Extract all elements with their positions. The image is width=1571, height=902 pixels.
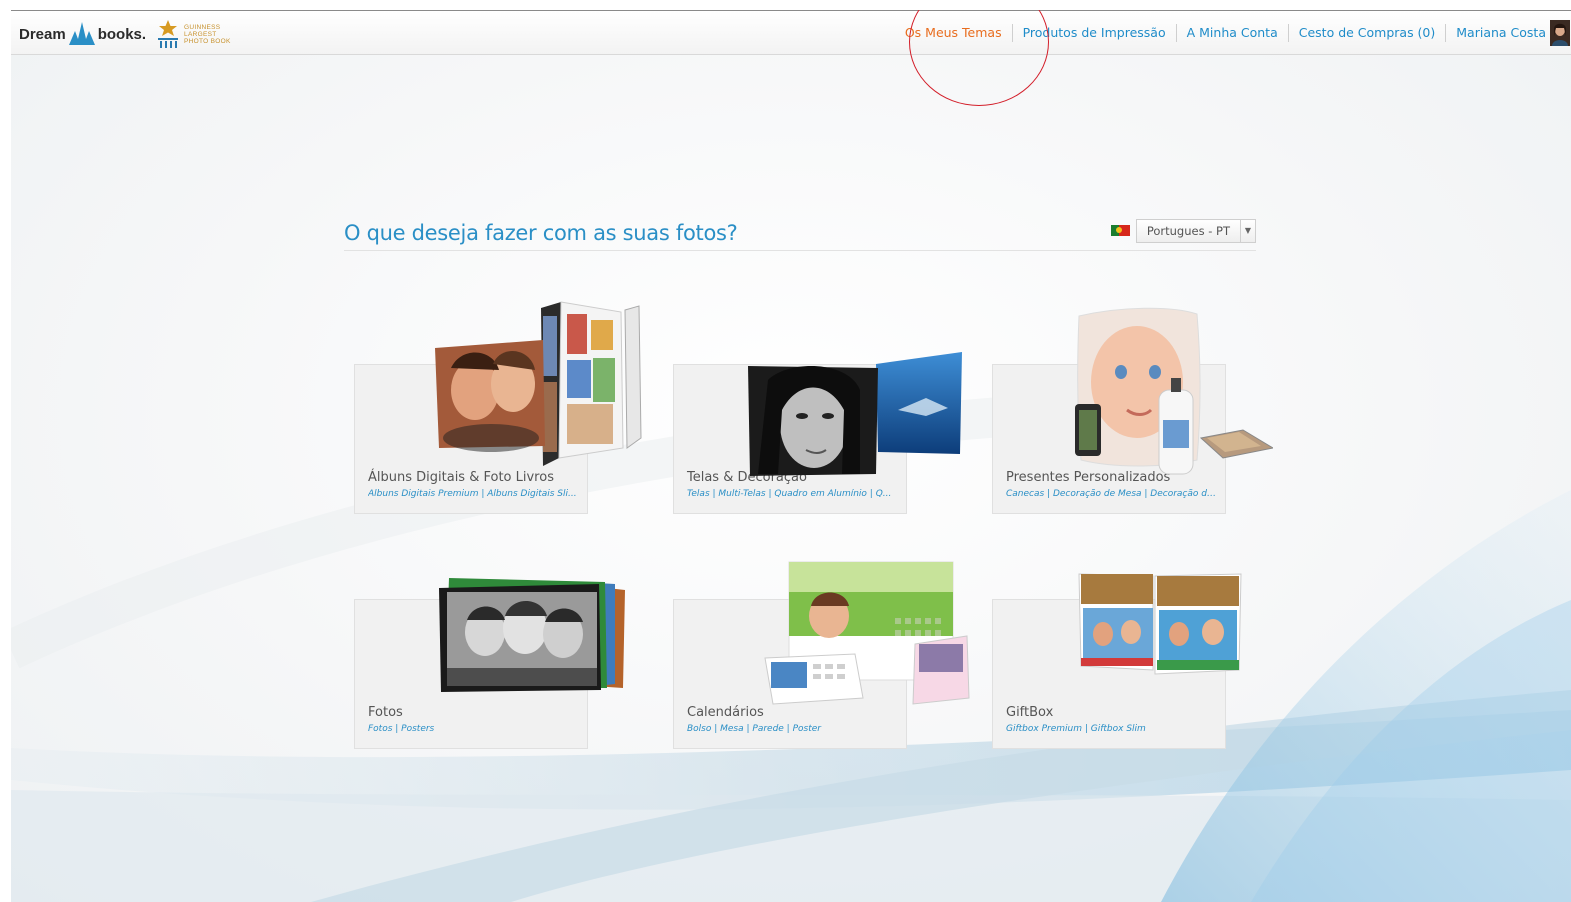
card-subtitle-links[interactable]: Telas | Multi-Telas | Quadro em Alumínio…	[687, 489, 897, 499]
guinness-text: GUINNESS LARGEST PHOTO BOOK	[184, 24, 231, 45]
card-subtitle-links[interactable]: Giftbox Premium | Giftbox Slim	[1006, 724, 1216, 734]
dreambooks-logo[interactable]: Dream books. GUINNESS LARGEST PHOTO BOOK	[19, 17, 231, 51]
card-subtitle-links[interactable]: Álbuns Digitais Premium | Álbuns Digitai…	[368, 489, 578, 499]
guinness-line: GUINNESS	[184, 23, 221, 31]
top-navigation-bar: Dream books. GUINNESS LARGEST PHOTO BOOK	[11, 10, 1571, 55]
guinness-line: LARGEST	[184, 30, 217, 38]
language-dropdown[interactable]: Portugues - PT ▼	[1135, 218, 1256, 243]
personalized-gifts-image	[1075, 307, 1273, 475]
page-title: O que deseja fazer com as suas fotos?	[344, 221, 738, 245]
guinness-line: PHOTO BOOK	[184, 37, 231, 45]
language-selector[interactable]: Portugues - PT ▼	[1110, 218, 1256, 243]
nav-user-name[interactable]: Mariana Costa	[1446, 24, 1550, 42]
calendars-image	[764, 561, 970, 705]
card-subtitle-links[interactable]: Bolso | Mesa | Parede | Poster	[687, 724, 897, 734]
photobook-image	[435, 301, 642, 466]
card-subtitle-links[interactable]: Fotos | Posters	[368, 724, 578, 734]
guinness-badge: GUINNESS LARGEST PHOTO BOOK	[156, 19, 231, 49]
card-subtitle-links[interactable]: Canecas | Decoração de Mesa | Decoração …	[1006, 489, 1216, 499]
card-title: GiftBox	[1006, 705, 1054, 720]
chevron-down-icon[interactable]: ▼	[1240, 219, 1255, 242]
prints-photos-image	[439, 578, 625, 692]
logo-crown-icon	[68, 22, 95, 45]
canvas-decor-image	[748, 352, 962, 476]
portugal-flag-icon	[1110, 225, 1130, 236]
card-title: Calendários	[687, 705, 764, 720]
page-frame: Dream books. GUINNESS LARGEST PHOTO BOOK	[11, 10, 1571, 902]
language-value: Portugues - PT	[1146, 223, 1230, 238]
logo-text-dream: Dream	[19, 25, 66, 43]
guinness-star-icon	[158, 20, 179, 48]
logo-text-books: books.	[97, 25, 147, 43]
card-title: Fotos	[368, 705, 403, 720]
heading-row: O que deseja fazer com as suas fotos? Po…	[344, 216, 1256, 251]
giftbox-image	[1078, 573, 1242, 675]
card-title: Álbuns Digitais & Foto Livros	[368, 470, 554, 485]
nav-cesto-de-compras[interactable]: Cesto de Compras (0)	[1289, 23, 1447, 42]
user-avatar[interactable]	[1550, 19, 1570, 46]
nav-a-minha-conta[interactable]: A Minha Conta	[1177, 23, 1289, 42]
